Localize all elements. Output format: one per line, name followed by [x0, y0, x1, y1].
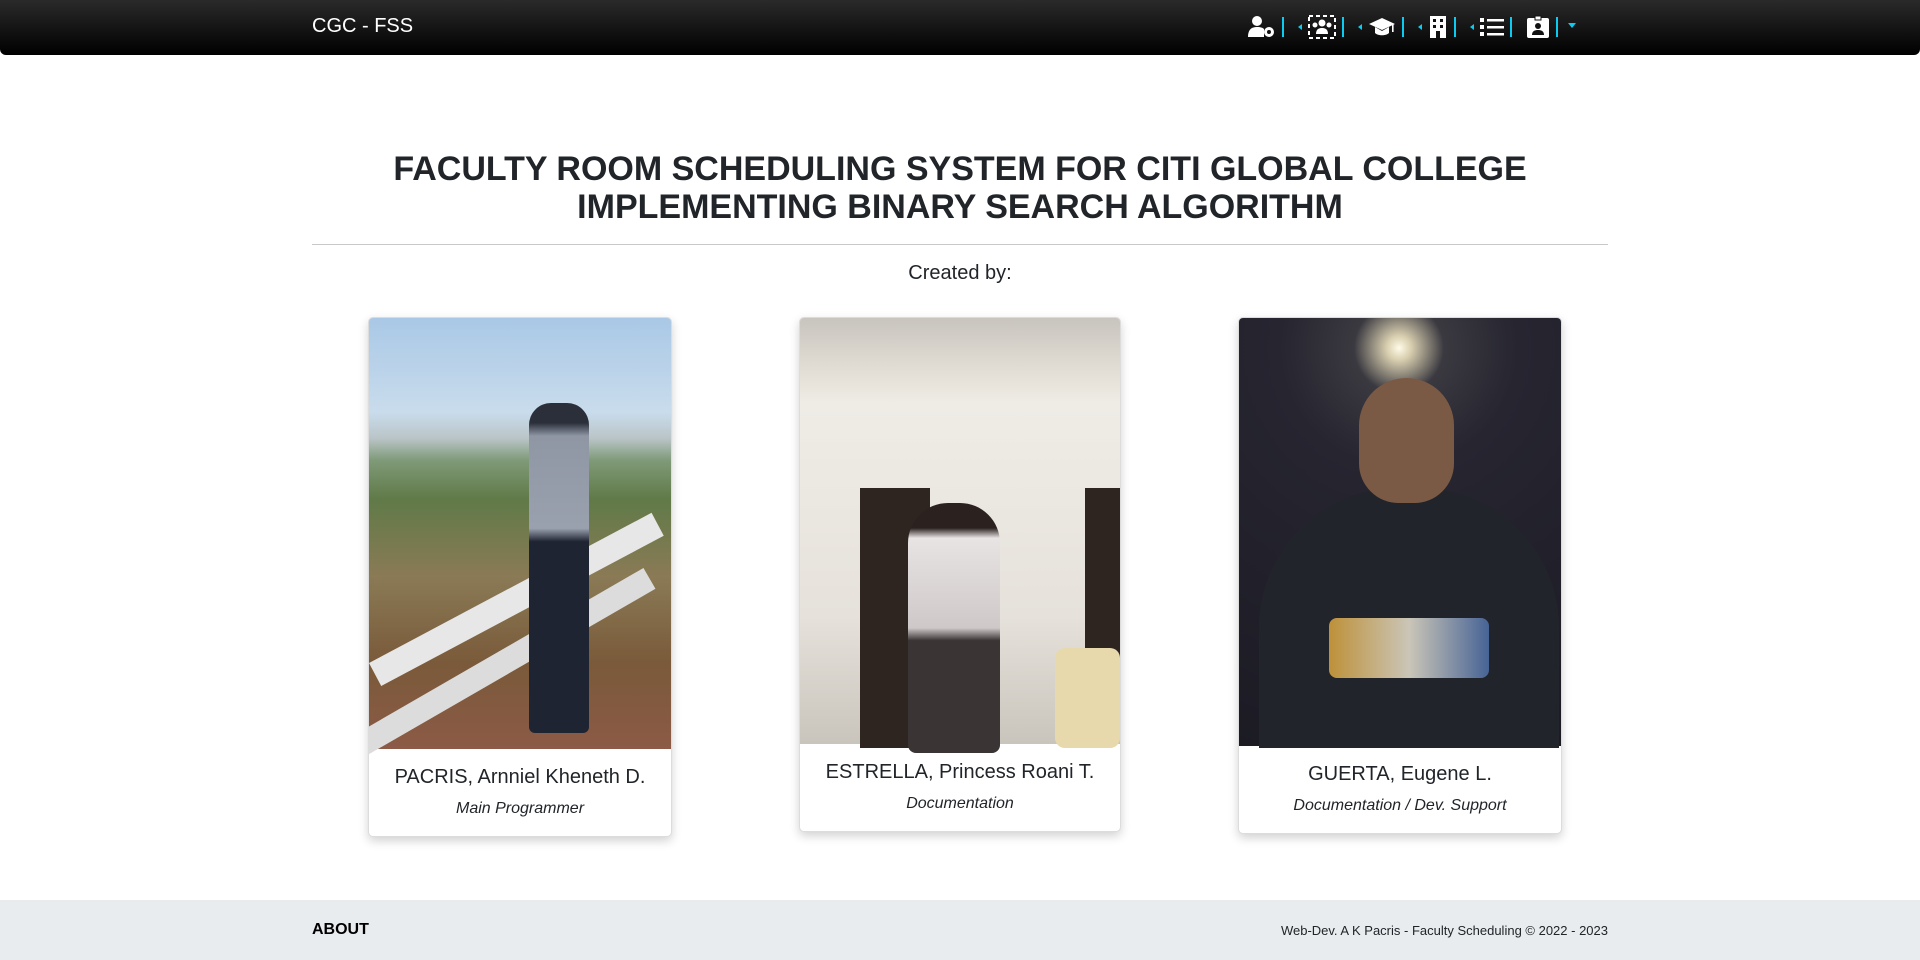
list-icon: [1480, 16, 1504, 38]
team-photo-guerta: [1239, 318, 1561, 748]
team-member-name: ESTRELLA, Princess Roani T.: [825, 761, 1095, 783]
nav-icon-group: [1248, 12, 1590, 42]
nav-separator: [1342, 17, 1344, 37]
team-card-pacris: PACRIS, Arnniel Kheneth D. Main Programm…: [368, 317, 672, 837]
team-card-estrella: ESTRELLA, Princess Roani T. Documentatio…: [799, 317, 1121, 832]
nav-item-account[interactable]: [1526, 12, 1576, 42]
team-member-role: Documentation / Dev. Support: [1293, 797, 1507, 814]
team-member-role: Main Programmer: [455, 800, 585, 817]
brand-link[interactable]: CGC - FSS: [312, 15, 413, 38]
nav-separator: [1510, 17, 1512, 37]
graduation-cap-icon: [1368, 15, 1396, 39]
user-cog-icon: [1248, 15, 1276, 39]
team-member-role: Documentation: [906, 795, 1014, 812]
caret-left-icon: [1418, 24, 1422, 30]
page-title-line1: FACULTY ROOM SCHEDULING SYSTEM FOR CITI …: [393, 150, 1527, 188]
nav-item-courses[interactable]: [1358, 12, 1404, 42]
about-link[interactable]: ABOUT: [312, 921, 369, 939]
nav-item-rooms[interactable]: [1418, 12, 1456, 42]
top-navbar: CGC - FSS: [0, 0, 1920, 55]
caret-left-icon: [1298, 24, 1302, 30]
dropdown-caret-icon[interactable]: [1568, 22, 1576, 28]
building-icon: [1428, 15, 1448, 39]
page-title: FACULTY ROOM SCHEDULING SYSTEM FOR CITI …: [312, 150, 1608, 226]
team-member-name: PACRIS, Arnniel Kheneth D.: [394, 766, 646, 788]
nav-item-users-settings[interactable]: [1248, 12, 1284, 42]
nav-separator: [1402, 17, 1404, 37]
nav-item-schedules[interactable]: [1470, 12, 1512, 42]
page-title-line2: IMPLEMENTING BINARY SEARCH ALGORITHM: [577, 188, 1343, 226]
id-badge-icon: [1526, 15, 1550, 39]
title-divider: [312, 244, 1608, 245]
nav-separator: [1556, 17, 1558, 37]
team-photo-estrella: [800, 318, 1120, 753]
users-icon: [1308, 15, 1336, 39]
team-member-name: GUERTA, Eugene L.: [1308, 763, 1492, 785]
team-card-guerta: GUERTA, Eugene L. Documentation / Dev. S…: [1238, 317, 1562, 834]
nav-separator: [1282, 17, 1284, 37]
nav-separator: [1454, 17, 1456, 37]
caret-left-icon: [1470, 24, 1474, 30]
footer-copyright: Web-Dev. A K Pacris - Faculty Scheduling…: [1280, 923, 1608, 938]
caret-left-icon: [1358, 24, 1362, 30]
team-photo-pacris: [369, 318, 671, 759]
nav-item-faculty[interactable]: [1298, 12, 1344, 42]
footer: [0, 900, 1920, 960]
created-by-label: Created by:: [908, 262, 1012, 284]
